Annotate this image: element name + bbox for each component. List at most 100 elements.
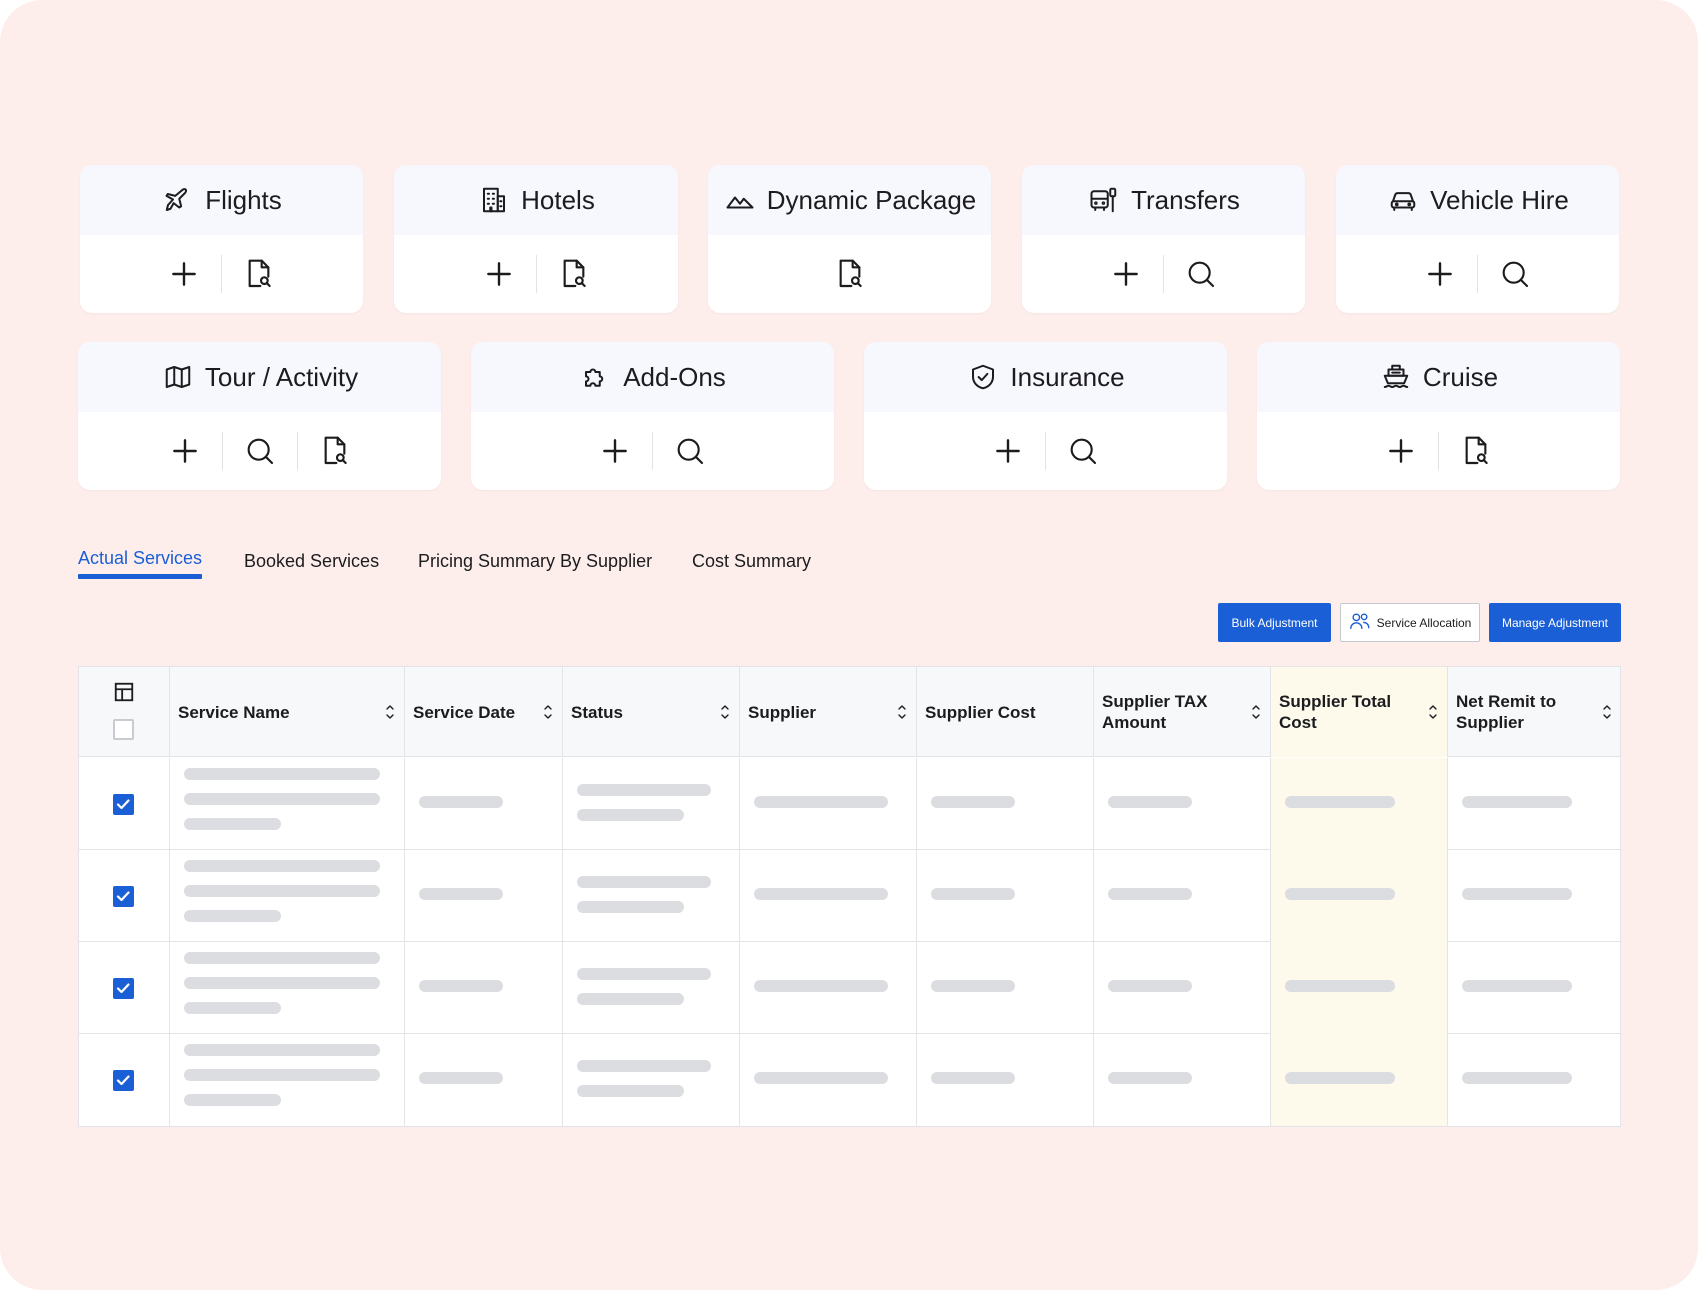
action-divider bbox=[1477, 255, 1478, 293]
table-row[interactable] bbox=[79, 850, 1620, 942]
sort-icon[interactable] bbox=[1427, 703, 1439, 721]
tab-pricing-summary-by-supplier[interactable]: Pricing Summary By Supplier bbox=[418, 551, 652, 582]
service-card-tour-activity: Tour / Activity bbox=[78, 342, 441, 490]
column-header-service-date[interactable]: Service Date bbox=[405, 667, 563, 757]
table-cell bbox=[1448, 758, 1620, 850]
plus-icon[interactable] bbox=[164, 430, 206, 472]
document-search-icon[interactable] bbox=[1455, 430, 1497, 472]
skeleton-placeholder bbox=[1462, 796, 1572, 808]
table-cell bbox=[740, 942, 917, 1034]
sort-icon[interactable] bbox=[719, 703, 731, 721]
table-cell bbox=[405, 758, 563, 850]
skeleton-placeholder bbox=[1285, 888, 1395, 900]
plus-icon[interactable] bbox=[1105, 253, 1147, 295]
skeleton-placeholder bbox=[419, 796, 503, 808]
table-cell bbox=[563, 1034, 740, 1126]
table-row[interactable] bbox=[79, 1034, 1620, 1126]
column-header-label: Supplier Total Cost bbox=[1279, 692, 1392, 732]
card-title: Dynamic Package bbox=[766, 184, 977, 215]
column-header-supplier[interactable]: Supplier bbox=[740, 667, 917, 757]
skeleton-placeholder bbox=[1462, 888, 1572, 900]
table-cell bbox=[1271, 1034, 1448, 1126]
card-header: Tour / Activity bbox=[78, 342, 441, 412]
card-header: Dynamic Package bbox=[708, 165, 991, 235]
row-checkbox[interactable] bbox=[113, 794, 134, 815]
skeleton-placeholder bbox=[577, 901, 684, 913]
row-checkbox[interactable] bbox=[113, 978, 134, 999]
search-icon[interactable] bbox=[1494, 253, 1536, 295]
search-icon[interactable] bbox=[669, 430, 711, 472]
column-header-supplier-total-cost[interactable]: Supplier Total Cost bbox=[1271, 667, 1448, 757]
skeleton-placeholder bbox=[419, 980, 503, 992]
plus-icon[interactable] bbox=[1380, 430, 1422, 472]
skeleton-placeholder bbox=[184, 1002, 281, 1014]
column-header-label: Supplier bbox=[748, 702, 817, 722]
plus-icon[interactable] bbox=[987, 430, 1029, 472]
row-checkbox[interactable] bbox=[113, 886, 134, 907]
sort-icon[interactable] bbox=[542, 703, 554, 721]
sort-icon[interactable] bbox=[1601, 703, 1613, 721]
tab-booked-services[interactable]: Booked Services bbox=[244, 551, 379, 582]
plus-icon[interactable] bbox=[163, 253, 205, 295]
manage-adjustment-button[interactable]: Manage Adjustment bbox=[1489, 603, 1621, 642]
row-checkbox[interactable] bbox=[113, 1070, 134, 1091]
plus-icon[interactable] bbox=[478, 253, 520, 295]
column-header-service-name[interactable]: Service Name bbox=[170, 667, 405, 757]
skeleton-placeholder bbox=[1108, 980, 1192, 992]
plus-icon[interactable] bbox=[594, 430, 636, 472]
bulk-adjustment-button[interactable]: Bulk Adjustment bbox=[1218, 603, 1331, 642]
column-header-label: Service Name bbox=[178, 702, 290, 722]
column-header-net-remit-to-supplier[interactable]: Net Remit to Supplier bbox=[1448, 667, 1620, 757]
skeleton-placeholder bbox=[577, 968, 711, 980]
row-select-cell bbox=[79, 850, 170, 942]
skeleton-placeholder bbox=[754, 796, 888, 808]
search-icon[interactable] bbox=[1062, 430, 1104, 472]
service-allocation-button[interactable]: Service Allocation bbox=[1340, 603, 1480, 642]
service-card-transfers: Transfers bbox=[1022, 165, 1305, 313]
table-cell bbox=[1271, 942, 1448, 1034]
select-all-checkbox[interactable] bbox=[113, 719, 134, 740]
table-cell bbox=[740, 758, 917, 850]
column-header-label: Net Remit to Supplier bbox=[1456, 692, 1557, 732]
table-cell bbox=[740, 850, 917, 942]
skeleton-placeholder bbox=[577, 784, 711, 796]
skeleton-placeholder bbox=[419, 1072, 503, 1084]
skeleton-placeholder bbox=[184, 885, 380, 897]
document-search-icon[interactable] bbox=[829, 253, 871, 295]
building-icon bbox=[477, 183, 511, 217]
sort-icon[interactable] bbox=[896, 703, 908, 721]
search-icon[interactable] bbox=[1180, 253, 1222, 295]
skeleton-placeholder bbox=[184, 977, 380, 989]
sort-icon[interactable] bbox=[1250, 703, 1262, 721]
skeleton-placeholder bbox=[1462, 980, 1572, 992]
table-layout-icon[interactable] bbox=[113, 681, 135, 703]
search-icon[interactable] bbox=[239, 430, 281, 472]
skeleton-placeholder bbox=[577, 1060, 711, 1072]
column-header-label: Status bbox=[571, 702, 623, 722]
column-header-supplier-tax-amount[interactable]: Supplier TAX Amount bbox=[1094, 667, 1271, 757]
row-select-cell bbox=[79, 758, 170, 850]
plus-icon[interactable] bbox=[1419, 253, 1461, 295]
document-search-icon[interactable] bbox=[553, 253, 595, 295]
skeleton-placeholder bbox=[1285, 1072, 1395, 1084]
sort-icon[interactable] bbox=[384, 703, 396, 721]
skeleton-placeholder bbox=[931, 980, 1015, 992]
manage-adjustment-label: Manage Adjustment bbox=[1501, 615, 1609, 630]
table-cell bbox=[1448, 942, 1620, 1034]
document-search-icon[interactable] bbox=[314, 430, 356, 472]
skeleton-placeholder bbox=[184, 818, 281, 830]
column-header-status[interactable]: Status bbox=[563, 667, 740, 757]
tab-cost-summary[interactable]: Cost Summary bbox=[692, 551, 811, 582]
table-cell bbox=[917, 1034, 1094, 1126]
skeleton-placeholder bbox=[931, 796, 1015, 808]
mountain-icon bbox=[723, 183, 757, 217]
skeleton-placeholder bbox=[184, 860, 380, 872]
table-header: Service Name Service Date Status Supplier Su… bbox=[79, 667, 1620, 757]
tab-actual-services[interactable]: Actual Services bbox=[78, 548, 203, 579]
document-search-icon[interactable] bbox=[238, 253, 280, 295]
skeleton-placeholder bbox=[577, 993, 684, 1005]
card-header: Hotels bbox=[394, 165, 678, 235]
table-row[interactable] bbox=[79, 758, 1620, 850]
table-row[interactable] bbox=[79, 942, 1620, 1034]
skeleton-placeholder bbox=[184, 768, 380, 780]
